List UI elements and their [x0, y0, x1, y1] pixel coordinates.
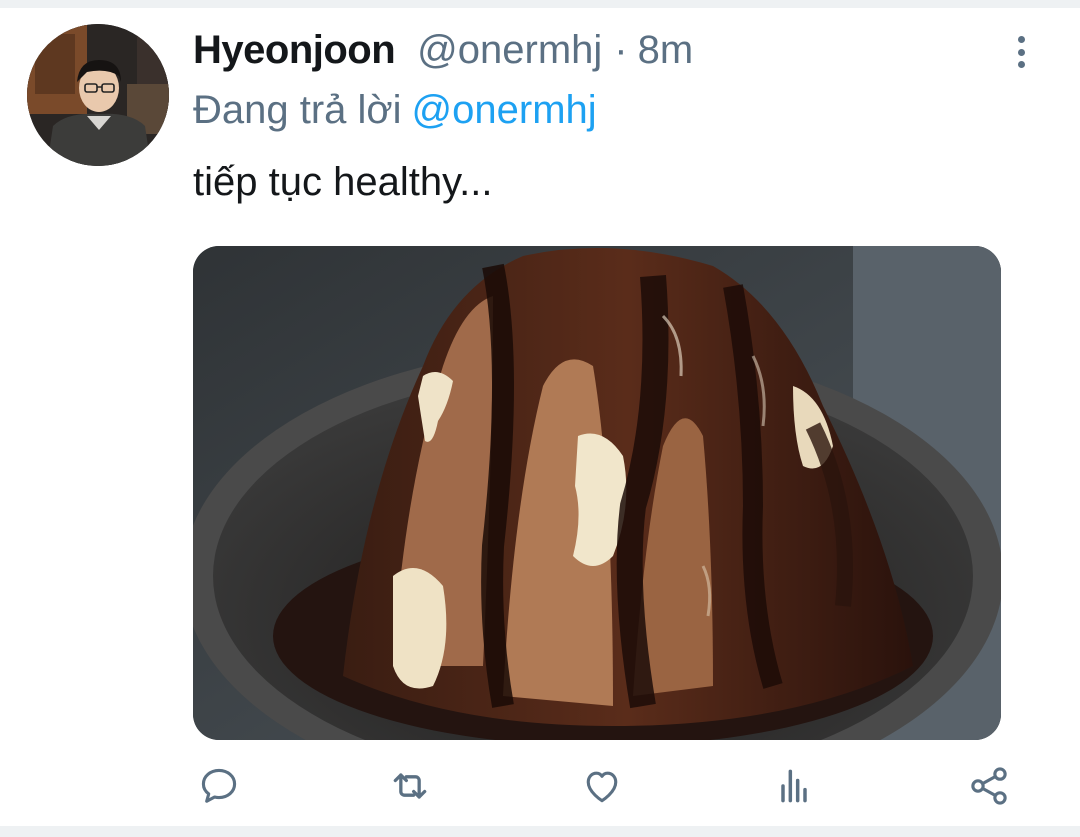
- tweet-actions: [193, 760, 1015, 812]
- share-button[interactable]: [963, 760, 1015, 812]
- tweet-media-image[interactable]: [193, 246, 1001, 740]
- tweet-header: Hyeonjoon @onermhj · 8m: [193, 28, 693, 78]
- avatar-photo: [27, 24, 169, 166]
- author-name[interactable]: Hyeonjoon: [193, 28, 396, 73]
- avatar[interactable]: [27, 24, 169, 166]
- dessert-photo: [193, 246, 1001, 740]
- more-vertical-icon: [1017, 36, 1025, 43]
- reply-prefix: Đang trả lời: [193, 88, 402, 132]
- tweet-timestamp[interactable]: 8m: [638, 28, 694, 73]
- analytics-icon: [781, 769, 807, 803]
- analytics-button[interactable]: [768, 760, 820, 812]
- comment-icon: [201, 768, 237, 803]
- top-divider: [0, 0, 1080, 8]
- share-icon: [971, 767, 1007, 805]
- bottom-divider: [0, 826, 1080, 837]
- reply-mention-link[interactable]: @onermhj: [412, 88, 597, 132]
- tweet-text: tiếp tục healthy...: [193, 160, 493, 204]
- header-separator: ·: [614, 28, 628, 72]
- author-handle[interactable]: @onermhj: [417, 28, 602, 73]
- like-button[interactable]: [576, 760, 628, 812]
- more-options-button[interactable]: [1004, 32, 1038, 72]
- retweet-button[interactable]: [384, 760, 436, 812]
- replying-to: Đang trả lời @onermhj: [193, 88, 597, 138]
- reply-button[interactable]: [193, 760, 245, 812]
- retweet-icon: [393, 773, 427, 799]
- heart-icon: [586, 771, 618, 803]
